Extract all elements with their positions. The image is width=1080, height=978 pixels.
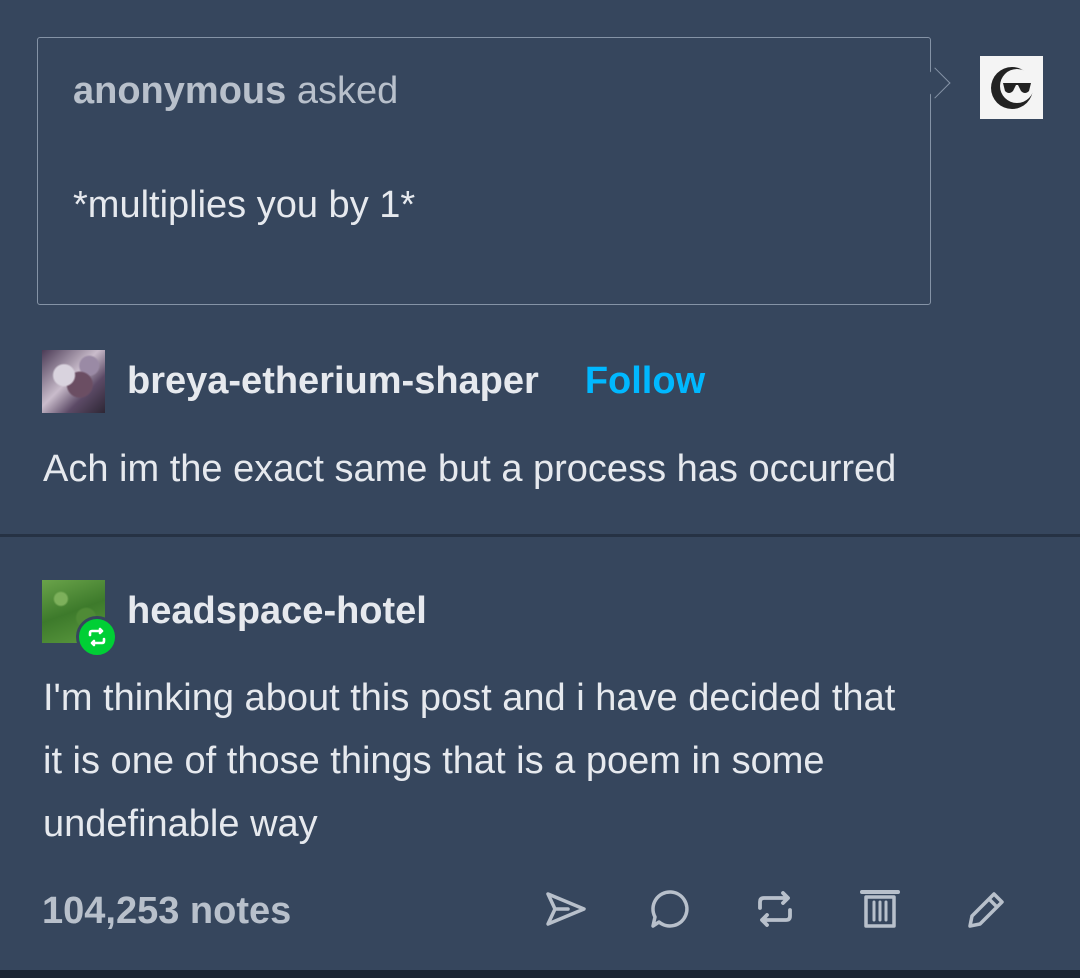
reblog-text: I'm thinking about this post and i have … xyxy=(43,667,1043,856)
reblog-button[interactable] xyxy=(750,884,800,934)
edit-icon xyxy=(968,892,1004,928)
ask-question: *multiplies you by 1* xyxy=(73,184,416,226)
delete-icon xyxy=(860,890,900,928)
reblog-icon xyxy=(758,891,792,927)
answer-user-row: breya-etherium-shaper Follow xyxy=(42,349,705,413)
divider xyxy=(0,534,1080,537)
follow-button[interactable]: Follow xyxy=(585,360,705,403)
sunglasses-face-icon xyxy=(990,66,1034,109)
reblog-icon xyxy=(88,627,106,646)
reply-icon xyxy=(651,890,689,928)
notes-count[interactable]: 104,253 notes xyxy=(42,890,291,933)
reblog-user-row: headspace-hotel xyxy=(42,579,427,658)
reblog-text-line: undefinable way xyxy=(43,803,318,845)
anonymous-avatar[interactable] xyxy=(980,56,1043,119)
reblog-text-line: I'm thinking about this post and i have … xyxy=(43,677,896,719)
share-icon xyxy=(546,892,586,926)
username[interactable]: breya-etherium-shaper xyxy=(127,360,539,403)
share-button[interactable] xyxy=(540,884,590,934)
delete-button[interactable] xyxy=(855,884,905,934)
edit-button[interactable] xyxy=(960,884,1010,934)
reblog-text-line: it is one of those things that is a poem… xyxy=(43,740,825,782)
ask-header: anonymous asked xyxy=(73,70,398,113)
reply-button[interactable] xyxy=(645,884,695,934)
avatar[interactable] xyxy=(42,349,105,413)
bottom-edge xyxy=(0,970,1080,978)
asked-label: asked xyxy=(296,70,399,112)
avatar[interactable] xyxy=(42,579,118,658)
username[interactable]: headspace-hotel xyxy=(127,590,427,633)
asker-name: anonymous xyxy=(73,70,287,112)
reblog-badge xyxy=(76,615,118,658)
answer-text: Ach im the exact same but a process has … xyxy=(43,448,897,490)
